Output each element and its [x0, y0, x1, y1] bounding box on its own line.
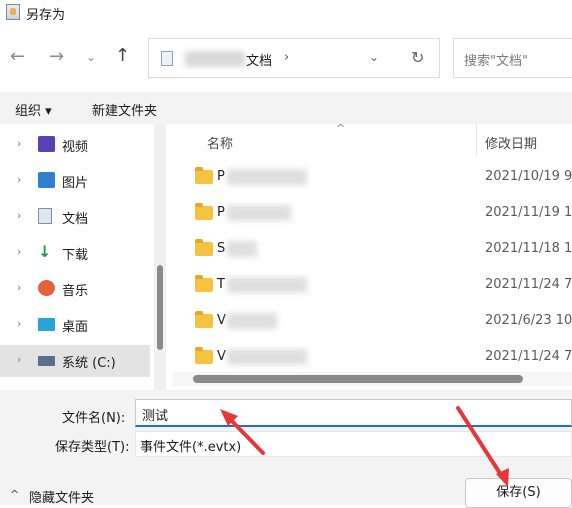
- annotation-arrow-2: [456, 406, 509, 487]
- annotation-overlay: [220, 406, 509, 487]
- annotation-arrow-1: [220, 409, 265, 455]
